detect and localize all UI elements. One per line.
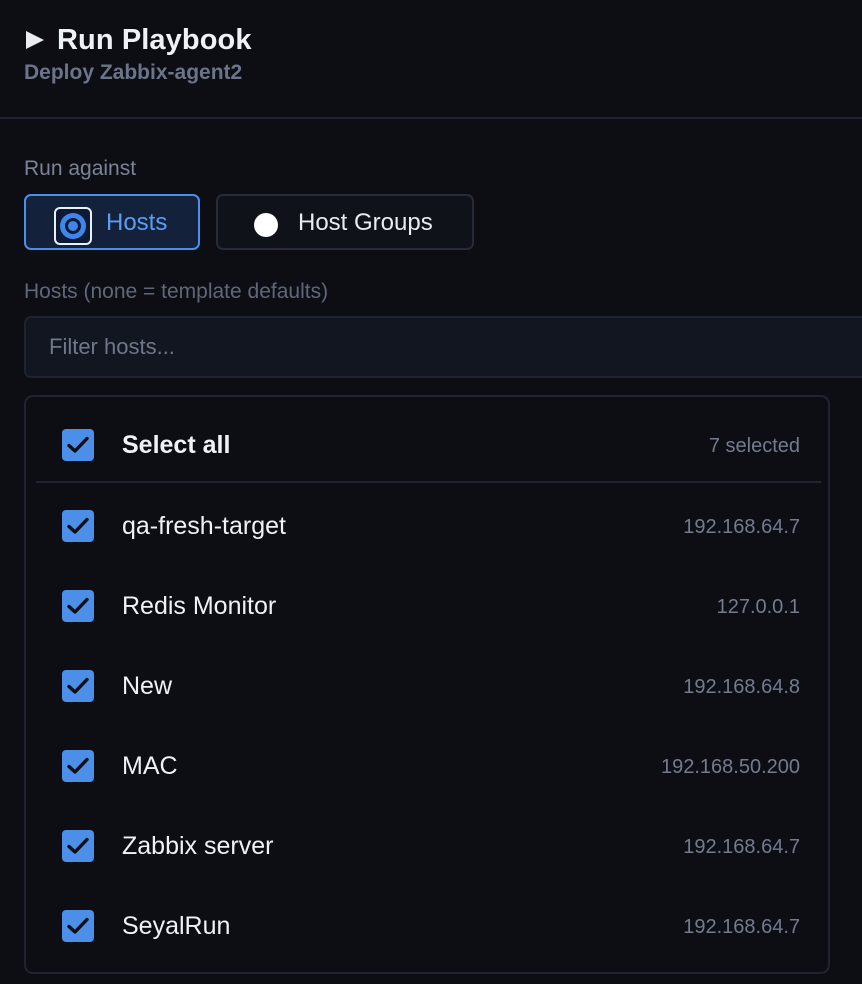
host-name: Zabbix server — [122, 832, 274, 860]
checkmark-icon — [67, 677, 89, 694]
host-checkbox[interactable] — [62, 910, 94, 942]
run-against-label: Run against — [24, 157, 137, 180]
host-groups-option-label: Host Groups — [298, 209, 433, 236]
host-row[interactable]: SeyalRun 192.168.64.7 — [26, 882, 828, 962]
host-checkbox[interactable] — [62, 750, 94, 782]
host-name: SeyalRun — [122, 912, 231, 940]
radio-unselected-icon[interactable] — [254, 213, 278, 237]
hosts-option-label: Hosts — [106, 209, 168, 236]
run-against-host-groups-option[interactable]: Host Groups — [216, 194, 474, 250]
host-row[interactable]: Zabbix server 192.168.64.7 — [26, 802, 828, 882]
host-ip: 192.168.64.7 — [683, 516, 800, 538]
host-name: New — [122, 672, 173, 700]
host-checkbox[interactable] — [62, 830, 94, 862]
filter-hosts-input[interactable] — [24, 316, 862, 378]
host-row[interactable]: New 192.168.64.8 — [26, 642, 828, 722]
host-checkbox[interactable] — [62, 670, 94, 702]
title-row: Run Playbook — [24, 22, 252, 58]
host-row[interactable]: qa-fresh-target 192.168.64.7 — [26, 482, 828, 562]
host-name: MAC — [122, 752, 178, 780]
host-row[interactable]: MAC 192.168.50.200 — [26, 722, 828, 802]
radio-selected-icon[interactable] — [54, 207, 92, 245]
select-all-checkbox[interactable] — [62, 429, 94, 461]
dialog-header: Run Playbook Deploy Zabbix-agent2 — [0, 0, 862, 119]
checkmark-icon — [67, 837, 89, 854]
host-ip: 127.0.0.1 — [716, 596, 800, 618]
select-all-label: Select all — [122, 431, 231, 459]
hosts-field-label: Hosts (none = template defaults) — [24, 280, 329, 303]
run-against-hosts-option[interactable]: Hosts — [24, 194, 200, 250]
play-icon — [26, 31, 44, 49]
host-ip: 192.168.64.7 — [683, 916, 800, 938]
host-row[interactable]: Redis Monitor 127.0.0.1 — [26, 562, 828, 642]
host-list: Select all 7 selected qa-fresh-target 192… — [24, 395, 830, 974]
host-ip: 192.168.64.8 — [683, 676, 800, 698]
checkmark-icon — [67, 917, 89, 934]
host-checkbox[interactable] — [62, 590, 94, 622]
selected-count: 7 selected — [708, 435, 800, 457]
checkmark-icon — [67, 436, 89, 453]
host-name: qa-fresh-target — [122, 512, 286, 540]
checkmark-icon — [67, 597, 89, 614]
checkmark-icon — [67, 757, 89, 774]
checkmark-icon — [67, 517, 89, 534]
playbook-name: Deploy Zabbix-agent2 — [24, 61, 243, 84]
host-ip: 192.168.64.7 — [683, 836, 800, 858]
host-ip: 192.168.50.200 — [660, 756, 800, 778]
page-title: Run Playbook — [57, 23, 252, 56]
host-checkbox[interactable] — [62, 510, 94, 542]
host-name: Redis Monitor — [122, 592, 277, 620]
select-all-row[interactable]: Select all 7 selected — [26, 401, 828, 481]
